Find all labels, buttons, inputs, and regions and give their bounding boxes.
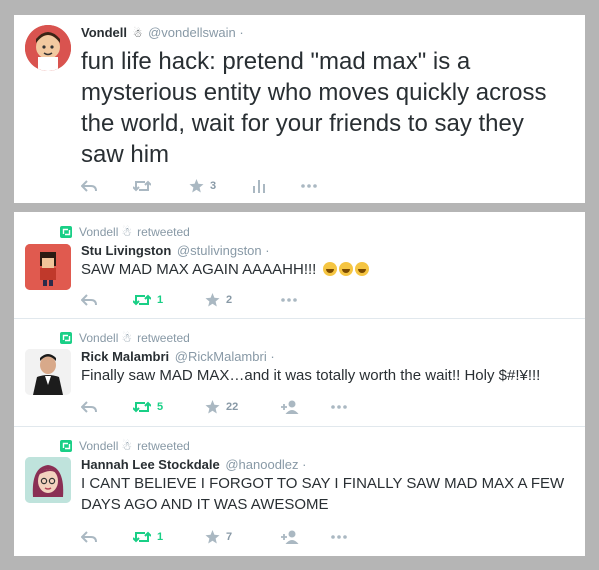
- username[interactable]: @RickMalambri: [175, 349, 267, 364]
- retweeter-name[interactable]: Vondell: [79, 225, 118, 239]
- reply-icon: [81, 531, 97, 543]
- retweet-button[interactable]: 1: [133, 291, 163, 309]
- reply-button[interactable]: [81, 398, 97, 416]
- avatar[interactable]: [25, 349, 71, 395]
- retweet-count: 1: [157, 531, 164, 543]
- retweet-context: Vondell ☃ retweeted: [60, 439, 190, 453]
- retweet-button[interactable]: 5: [133, 398, 163, 416]
- retweet-icon: [133, 180, 151, 192]
- crying-face-icon: [322, 262, 337, 276]
- favorite-button[interactable]: 7: [205, 528, 232, 546]
- retweet-icon: [133, 531, 151, 543]
- retweeter-name[interactable]: Vondell: [79, 331, 118, 345]
- fullname[interactable]: Hannah Lee Stockdale: [81, 457, 220, 472]
- retweeter-mark: ☃: [121, 439, 133, 453]
- more-button[interactable]: [301, 177, 317, 195]
- tweet-actions: 1 7: [81, 528, 351, 546]
- tweet-header: Vondell ☃ @vondellswain ·: [81, 25, 244, 42]
- favorite-count: 7: [226, 531, 233, 543]
- more-button[interactable]: [281, 291, 297, 309]
- tweet-header: Stu Livingston @stulivingston ·: [81, 243, 270, 259]
- retweet-context-icon: [60, 440, 72, 452]
- retweeted-label: retweeted: [137, 439, 190, 453]
- more-icon: [331, 535, 347, 539]
- favorite-button[interactable]: 3: [189, 177, 216, 195]
- retweeted-tweet[interactable]: Vondell ☃ retweeted Hannah Lee Stockdale…: [14, 427, 585, 556]
- retweet-count: 1: [157, 294, 164, 306]
- crying-face-icon: [354, 262, 369, 276]
- reply-button[interactable]: [81, 528, 97, 546]
- more-icon: [331, 405, 347, 409]
- reply-icon: [81, 294, 97, 306]
- add-user-icon: [281, 400, 299, 414]
- stats-icon: [253, 179, 265, 193]
- more-button[interactable]: [331, 398, 347, 416]
- main-tweet-card: Vondell ☃ @vondellswain · fun life hack:…: [14, 15, 585, 203]
- retweet-context: Vondell ☃ retweeted: [60, 331, 190, 345]
- fullname[interactable]: Rick Malambri: [81, 349, 169, 364]
- retweeter-mark: ☃: [121, 331, 133, 345]
- retweet-button[interactable]: 1: [133, 528, 163, 546]
- separator-dot: ·: [302, 457, 307, 472]
- retweet-context: Vondell ☃ retweeted: [60, 225, 190, 239]
- retweet-icon: [133, 294, 151, 306]
- retweet-context-icon: [60, 332, 72, 344]
- follow-button[interactable]: [281, 398, 299, 416]
- star-icon: [205, 293, 220, 307]
- user-badge-icon: ☃: [132, 28, 143, 40]
- reply-icon: [81, 180, 97, 192]
- tweet-text: I CANT BELIEVE I FORGOT TO SAY I FINALLY…: [81, 475, 565, 513]
- username[interactable]: @hanoodlez: [225, 457, 298, 472]
- retweet-count: 5: [157, 401, 164, 413]
- tweet-header: Rick Malambri @RickMalambri ·: [81, 349, 275, 365]
- retweeted-label: retweeted: [137, 225, 190, 239]
- more-button[interactable]: [331, 528, 347, 546]
- analytics-button[interactable]: [253, 177, 265, 195]
- avatar[interactable]: [25, 457, 71, 503]
- username[interactable]: @vondellswain: [148, 25, 236, 40]
- retweet-button[interactable]: [133, 177, 151, 195]
- avatar[interactable]: [25, 25, 71, 71]
- tweet-actions: 3: [81, 177, 341, 195]
- tweet-text: Finally saw MAD MAX…and it was totally w…: [81, 367, 541, 384]
- retweet-context-icon: [60, 226, 72, 238]
- separator-dot: ·: [270, 349, 275, 364]
- separator-dot: ·: [265, 243, 270, 258]
- more-icon: [301, 184, 317, 188]
- reply-button[interactable]: [81, 291, 97, 309]
- tweet-actions: 1 2: [81, 291, 321, 309]
- tweet-text: SAW MAD MAX AGAIN AAAAHH!!!: [81, 259, 561, 280]
- retweeter-mark: ☃: [121, 225, 133, 239]
- retweets-card: Vondell ☃ retweeted Stu Livingston @stul…: [14, 212, 585, 556]
- fullname[interactable]: Stu Livingston: [81, 243, 171, 258]
- retweeter-name[interactable]: Vondell: [79, 439, 118, 453]
- favorite-count: 2: [226, 294, 233, 306]
- favorite-count: 3: [210, 180, 217, 192]
- add-user-icon: [281, 530, 299, 544]
- star-icon: [189, 179, 204, 193]
- retweeted-tweet[interactable]: Vondell ☃ retweeted Rick Malambri @RickM…: [14, 319, 585, 426]
- separator-dot: ·: [239, 25, 244, 40]
- retweeted-tweet[interactable]: Vondell ☃ retweeted Stu Livingston @stul…: [14, 212, 585, 319]
- tweet-text-content: SAW MAD MAX AGAIN AAAAHH!!!: [81, 261, 317, 278]
- tweet-actions: 5 22: [81, 398, 351, 416]
- tweet-header: Hannah Lee Stockdale @hanoodlez ·: [81, 457, 307, 473]
- tweet-text: fun life hack: pretend "mad max" is a my…: [81, 48, 547, 168]
- star-icon: [205, 400, 220, 414]
- star-icon: [205, 530, 220, 544]
- crying-face-icon: [338, 262, 353, 276]
- username[interactable]: @stulivingston: [177, 243, 262, 258]
- reply-icon: [81, 401, 97, 413]
- retweeted-label: retweeted: [137, 331, 190, 345]
- more-icon: [281, 298, 297, 302]
- retweet-icon: [133, 401, 151, 413]
- favorite-button[interactable]: 2: [205, 291, 232, 309]
- favorite-count: 22: [226, 401, 239, 413]
- favorite-button[interactable]: 22: [205, 398, 238, 416]
- follow-button[interactable]: [281, 528, 299, 546]
- avatar[interactable]: [25, 244, 71, 290]
- reply-button[interactable]: [81, 177, 97, 195]
- fullname[interactable]: Vondell: [81, 25, 127, 40]
